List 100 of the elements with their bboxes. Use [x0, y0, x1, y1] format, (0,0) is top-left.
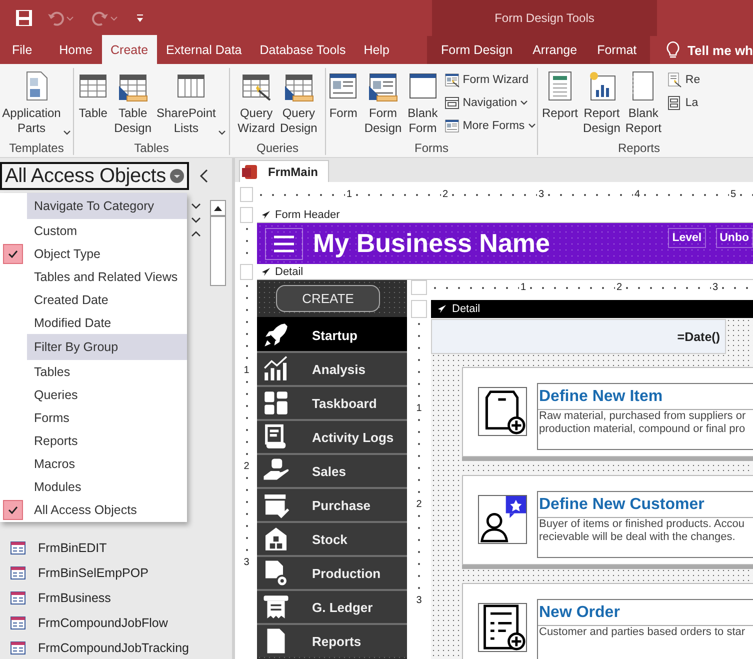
ribbon-tab[interactable]: File: [0, 36, 50, 64]
menu-item[interactable]: Modules: [30, 480, 82, 494]
caret-icon: [528, 123, 536, 129]
menu-item[interactable]: Custom: [30, 224, 78, 238]
ribbon-button[interactable]: SharePoint Lists: [154, 68, 228, 141]
menu-item[interactable]: Modified Date: [30, 316, 112, 330]
ribbon-tab[interactable]: Create: [102, 35, 158, 64]
ribbon-tab[interactable]: Form Design: [431, 36, 523, 64]
menu-item[interactable]: All Access Objects: [30, 502, 137, 516]
nav-menu-button[interactable]: Taskboard: [257, 385, 407, 419]
menu-item[interactable]: Object Type: [30, 246, 100, 260]
nav-menu-button[interactable]: Stock: [257, 521, 407, 555]
ruler-corner: [240, 187, 253, 202]
menu-item[interactable]: Forms: [30, 410, 70, 424]
save-icon: [15, 9, 33, 27]
ruler-number: 2: [242, 462, 250, 472]
ribbon-tab[interactable]: Format: [587, 36, 647, 64]
nav-menu-button[interactable]: Purchase: [257, 487, 407, 521]
ruler-number: 5: [729, 190, 737, 200]
object-item[interactable]: FrmBusiness: [38, 590, 111, 604]
nav-menu-button[interactable]: G. Ledger: [257, 589, 407, 623]
ribbon-button[interactable]: Report: [540, 68, 580, 141]
grid-icon: [262, 389, 290, 417]
ruler-number: 2: [415, 500, 423, 510]
tell-me-search[interactable]: Tell me wh: [688, 42, 753, 58]
card-title: Define New Item: [538, 387, 664, 407]
navigation-pane-header[interactable]: All Access Objects: [0, 162, 189, 190]
contextual-tab-title: Form Design Tools: [432, 0, 657, 36]
menu-checkbox[interactable]: [3, 244, 23, 264]
check-icon: [8, 506, 18, 514]
user-star-icon: [479, 496, 526, 543]
object-item[interactable]: FrmBinSelEmpPOP: [38, 566, 148, 580]
ribbon-button[interactable]: Table: [75, 68, 112, 141]
nav-menu-button[interactable]: Production: [257, 555, 407, 589]
object-item[interactable]: FrmBinEDIT: [38, 540, 107, 554]
card-description: Buyer of items or finished products. Accou: [538, 518, 746, 531]
dropdown-icon: [170, 169, 184, 183]
form-icon: [10, 640, 26, 654]
ribbon-button[interactable]: Form: [325, 68, 362, 141]
ribbon-button[interactable]: Blank Form: [404, 68, 441, 141]
form-icon: [10, 590, 26, 604]
action-card[interactable]: New Order Customer and parties based orders to star: [462, 583, 753, 659]
object-item[interactable]: FrmCompoundJobTracking: [38, 640, 189, 654]
ribbon-tab[interactable]: Home: [50, 36, 102, 64]
menu-item[interactable]: Queries: [30, 388, 78, 402]
ruler-number: 2: [615, 282, 623, 292]
ruler-number: 3: [711, 282, 719, 292]
document-tab[interactable]: FrmMain: [239, 160, 330, 182]
ribbon-button[interactable]: Form Design: [362, 68, 404, 141]
menu-item[interactable]: Tables: [30, 364, 70, 378]
ruler-number: 1: [415, 404, 423, 414]
ribbon-button[interactable]: Query Wizard: [236, 68, 277, 141]
date-field[interactable]: =Date(): [431, 319, 726, 354]
ribbon-tab[interactable]: Database Tools: [250, 36, 355, 64]
menu-item[interactable]: Tables and Related Views: [30, 270, 178, 284]
ribbon-button[interactable]: Navigation: [442, 93, 538, 113]
ribbon-tab[interactable]: Help: [354, 36, 398, 64]
menu-item[interactable]: Reports: [30, 434, 78, 448]
access-app-icon: [242, 164, 258, 180]
scroll-up-button[interactable]: [210, 200, 226, 216]
ribbon-tab[interactable]: External Data: [157, 36, 251, 64]
section-marker-icon: [261, 266, 271, 276]
object-item[interactable]: FrmCompoundJobFlow: [38, 616, 168, 630]
chevron-up-icon: [191, 230, 201, 238]
menu-heading: Navigate To Category: [27, 193, 187, 219]
form-icon: [10, 540, 26, 554]
ribbon-button[interactable]: Form Wizard: [442, 70, 538, 90]
ribbon-button[interactable]: Table Design: [112, 68, 154, 141]
ribbon-tab[interactable]: Arrange: [522, 36, 588, 64]
ribbon-button[interactable]: Blank Report: [623, 68, 664, 141]
form-icon: [444, 118, 460, 134]
menu-item[interactable]: Created Date: [30, 292, 108, 306]
lightbulb-icon: [666, 41, 680, 59]
section-label: Detail: [275, 266, 304, 278]
ribbon-button[interactable]: Query Design: [278, 68, 320, 141]
create-button[interactable]: CREATE: [276, 285, 380, 312]
check-icon: [8, 250, 18, 258]
card-title: New Order: [538, 603, 621, 623]
report-wand-icon: [666, 72, 682, 88]
menu-button[interactable]: [265, 228, 303, 260]
scrollbar-thumb[interactable]: [210, 216, 226, 286]
ribbon-button[interactable]: La: [664, 93, 702, 113]
header-label: Level: [668, 228, 706, 248]
nav-menu-button[interactable]: Reports: [257, 623, 407, 657]
group-label: Tables: [133, 141, 170, 155]
menu-item[interactable]: Macros: [30, 456, 75, 470]
nav-menu-button[interactable]: Startup: [257, 317, 407, 351]
ribbon-button[interactable]: Application Parts: [0, 68, 73, 141]
nav-menu-button[interactable]: Analysis: [257, 351, 407, 385]
ruler-number: 1: [519, 282, 527, 292]
menu-icon: [273, 234, 295, 252]
nav-menu-button[interactable]: Activity Logs: [257, 419, 407, 453]
section-marker-icon: [437, 304, 447, 314]
menu-checkbox[interactable]: [3, 500, 23, 520]
ribbon-button[interactable]: Re: [664, 70, 702, 90]
nav-menu-button[interactable]: Sales: [257, 453, 407, 487]
group-label: Reports: [617, 141, 662, 155]
ribbon-button[interactable]: Report Design: [581, 68, 622, 141]
group-label: Templates: [8, 141, 65, 155]
ribbon-button[interactable]: More Forms: [442, 116, 538, 136]
